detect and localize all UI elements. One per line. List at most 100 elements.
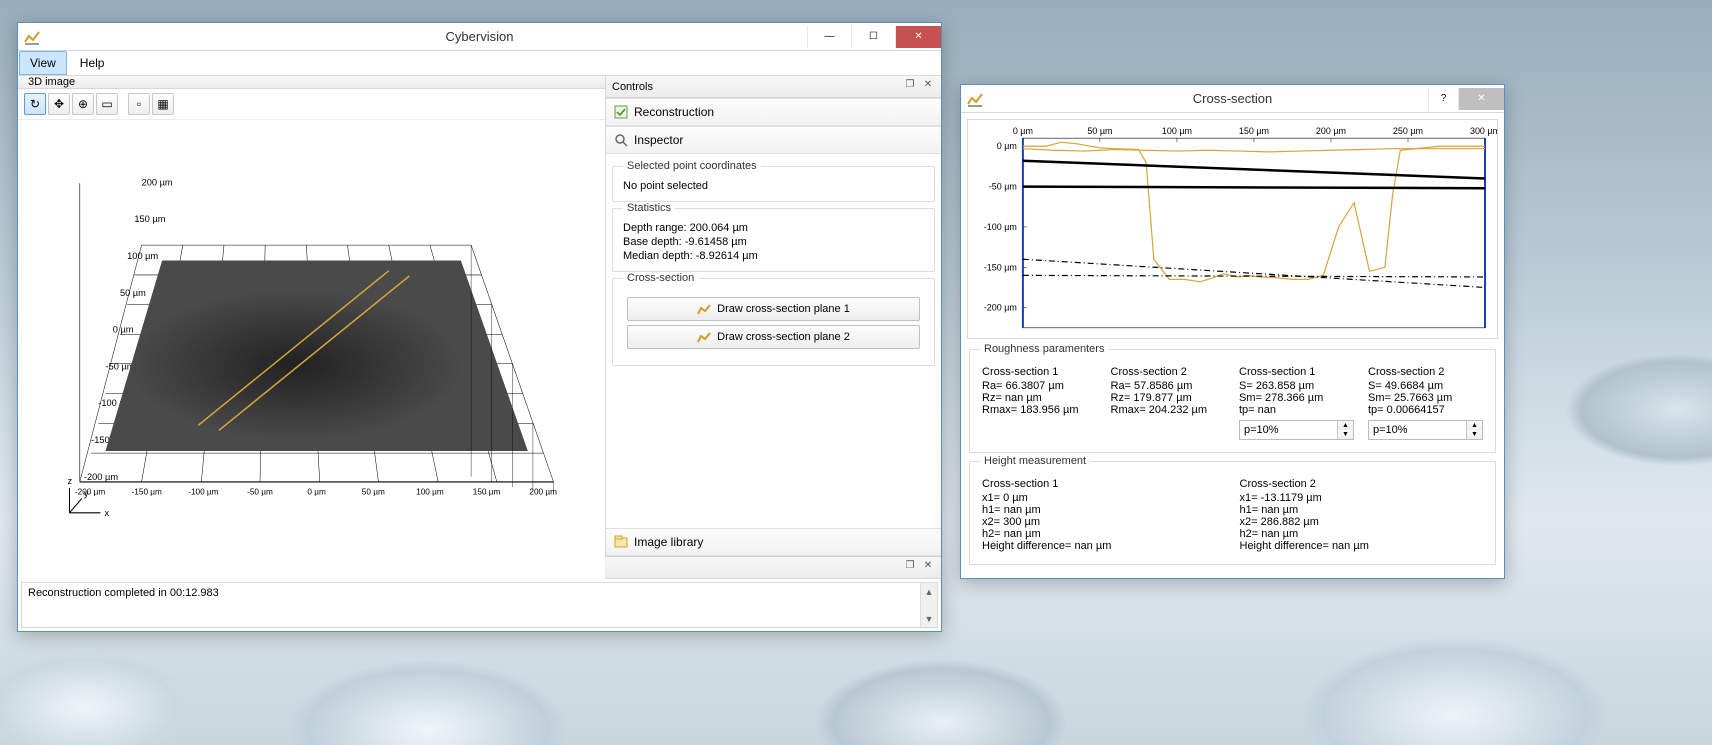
svg-text:x: x [105, 508, 110, 518]
tool-rect[interactable]: ▭ [96, 93, 118, 115]
spin-down-icon[interactable]: ▼ [1467, 430, 1482, 439]
menu-view[interactable]: View [19, 51, 67, 75]
main-titlebar[interactable]: Cybervision — ☐ ✕ [18, 23, 941, 51]
rough-c2b-p-spin[interactable]: p=10% ▲▼ [1368, 420, 1483, 440]
svg-text:y: y [84, 488, 89, 498]
log-entry: Reconstruction completed in 00:12.983 [22, 583, 920, 627]
svg-text:100 µm: 100 µm [1162, 126, 1192, 136]
svg-text:0 µm: 0 µm [997, 141, 1017, 151]
close-button[interactable]: ✕ [895, 26, 941, 48]
rough-c2b-p-value: p=10% [1369, 424, 1466, 436]
minimize-button[interactable]: — [807, 26, 851, 48]
spin-up-icon[interactable]: ▲ [1338, 421, 1353, 430]
rough-c1b-p-spin[interactable]: p=10% ▲▼ [1239, 420, 1354, 440]
coords-value: No point selected [623, 179, 924, 193]
svg-text:-200 µm: -200 µm [984, 303, 1017, 313]
log-undock-button[interactable]: ❐ [903, 561, 917, 575]
group-stats: Statistics Depth range: 200.064 µm Base … [612, 208, 935, 272]
cs-help-button[interactable]: ? [1428, 88, 1458, 110]
rough-c2a-rz: Rz= 179.877 µm [1111, 392, 1226, 404]
controls-pane: Controls ❐ ✕ Reconstruction Inspector [606, 76, 941, 556]
hm-c2-x1: x1= -13.1179 µm [1240, 492, 1484, 504]
cs-close-button[interactable]: ✕ [1458, 88, 1504, 110]
acc-inspector[interactable]: Inspector [606, 126, 941, 154]
rough-c1b-p-value: p=10% [1240, 424, 1337, 436]
roughness-legend: Roughness paramenters [980, 343, 1108, 355]
svg-text:300 µm: 300 µm [1470, 126, 1497, 136]
svg-text:150 µm: 150 µm [1239, 126, 1269, 136]
tool-target[interactable]: ⊕ [72, 93, 94, 115]
group-coords: Selected point coordinates No point sele… [612, 166, 935, 202]
draw-plane-2-button[interactable]: Draw cross-section plane 2 [627, 325, 920, 349]
hm-c1-head: Cross-section 1 [982, 478, 1226, 490]
acc-inspector-label: Inspector [634, 133, 683, 147]
tool-new[interactable]: ▫ [128, 93, 150, 115]
svg-text:200 µm: 200 µm [142, 177, 173, 187]
acc-image-library-label: Image library [634, 535, 703, 549]
hm-c1-x2: x2= 300 µm [982, 516, 1226, 528]
cs-chart[interactable]: 0 µm50 µm100 µm150 µm200 µm250 µm300 µm0… [967, 119, 1498, 339]
spin-down-icon[interactable]: ▼ [1338, 430, 1353, 439]
svg-text:0 µm: 0 µm [113, 325, 134, 335]
svg-text:-100 µm: -100 µm [188, 487, 218, 496]
stat-median-depth: Median depth: -8.92614 µm [623, 249, 924, 263]
hm-c1-h2: h2= nan µm [982, 528, 1226, 540]
rough-c2b-head: Cross-section 2 [1368, 366, 1483, 378]
cross-section-window: Cross-section ? ✕ 0 µm50 µm100 µm150 µm2… [960, 84, 1505, 579]
svg-text:-150 µm: -150 µm [984, 262, 1017, 272]
svg-text:250 µm: 250 µm [1393, 126, 1423, 136]
library-icon [614, 535, 628, 549]
controls-header: Controls ❐ ✕ [606, 76, 941, 98]
svg-text:-50 µm: -50 µm [989, 182, 1017, 192]
svg-text:-100 µm: -100 µm [984, 222, 1017, 232]
draw-plane-1-button[interactable]: Draw cross-section plane 1 [627, 297, 920, 321]
acc-reconstruction[interactable]: Reconstruction [606, 98, 941, 126]
acc-image-library[interactable]: Image library [606, 528, 941, 556]
draw-plane-1-label: Draw cross-section plane 1 [717, 303, 850, 315]
3d-viewport[interactable]: 200 µm150 µm100 µm50 µm0 µm-50 µm-100 µm… [18, 120, 605, 586]
3d-pane-title: 3D image [28, 76, 75, 88]
rough-c1b-sm: Sm= 278.366 µm [1239, 392, 1354, 404]
undock-button[interactable]: ❐ [903, 80, 917, 94]
chart-icon [697, 302, 711, 316]
svg-text:50 µm: 50 µm [120, 288, 146, 298]
svg-text:-150 µm: -150 µm [132, 487, 162, 496]
maximize-button[interactable]: ☐ [851, 26, 895, 48]
cs-titlebar[interactable]: Cross-section ? ✕ [961, 85, 1504, 113]
cs-title: Cross-section [961, 91, 1504, 106]
tool-grid[interactable]: ▦ [152, 93, 174, 115]
svg-text:0 µm: 0 µm [307, 487, 326, 496]
group-height: Height measurement Cross-section 1 x1= 0… [969, 461, 1496, 565]
tool-move[interactable]: ✥ [48, 93, 70, 115]
log-scrollbar[interactable]: ▲ ▼ [920, 583, 937, 627]
svg-text:-50 µm: -50 µm [247, 487, 273, 496]
stat-depth-range: Depth range: 200.064 µm [623, 221, 924, 235]
tool-rotate[interactable]: ↻ [24, 93, 46, 115]
svg-text:200 µm: 200 µm [529, 487, 557, 496]
menu-help[interactable]: Help [69, 51, 116, 75]
close-panel-button[interactable]: ✕ [921, 80, 935, 94]
rough-c1a-rmax: Rmax= 183.956 µm [982, 404, 1097, 416]
3d-toolbar: ↻ ✥ ⊕ ▭ ▫ ▦ [18, 89, 605, 120]
controls-title: Controls [612, 81, 653, 93]
3d-pane-header: 3D image [18, 76, 605, 89]
svg-text:50 µm: 50 µm [362, 487, 385, 496]
stat-base-depth: Base depth: -9.61458 µm [623, 235, 924, 249]
hm-c2-hd: Height difference= nan µm [1240, 540, 1484, 552]
scroll-up-icon[interactable]: ▲ [921, 583, 937, 600]
acc-reconstruction-label: Reconstruction [634, 105, 714, 119]
scroll-down-icon[interactable]: ▼ [921, 610, 937, 627]
rough-c1b-tp: tp= nan [1239, 404, 1354, 416]
spin-up-icon[interactable]: ▲ [1467, 421, 1482, 430]
group-cross-section: Cross-section Draw cross-section plane 1… [612, 278, 935, 366]
svg-text:-200 µm: -200 µm [75, 487, 105, 496]
hm-c1-hd: Height difference= nan µm [982, 540, 1226, 552]
svg-text:z: z [67, 476, 72, 486]
log-close-button[interactable]: ✕ [921, 561, 935, 575]
rough-c2a-head: Cross-section 2 [1111, 366, 1226, 378]
group-roughness: Roughness paramenters Cross-section 1 Ra… [969, 349, 1496, 453]
main-title: Cybervision [18, 29, 941, 44]
rough-c2b-s: S= 49.6684 µm [1368, 380, 1483, 392]
cs-legend: Cross-section [623, 272, 698, 284]
rough-c2a-ra: Ra= 57.8586 µm [1111, 380, 1226, 392]
